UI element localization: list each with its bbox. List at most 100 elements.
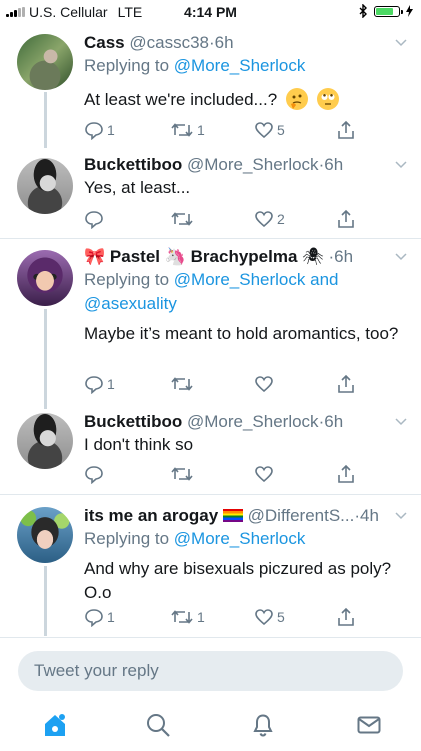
heart-icon (255, 211, 273, 228)
tweet-text: Yes, at least... (84, 178, 191, 197)
retweet-icon (171, 123, 193, 137)
reply-button[interactable] (84, 464, 107, 484)
share-icon (338, 120, 354, 139)
share-button[interactable] (336, 209, 356, 229)
like-button[interactable]: 5 (254, 607, 285, 627)
bluetooth-icon (359, 4, 367, 18)
tweet-reply-input[interactable]: Tweet your reply (18, 651, 403, 691)
author-handle[interactable]: @DifferentS... (248, 506, 355, 525)
clock: 4:14 PM (184, 4, 237, 20)
chevron-down-icon[interactable] (395, 415, 407, 427)
chevron-down-icon[interactable] (395, 36, 407, 48)
mention-link[interactable]: @asexuality (84, 294, 177, 313)
author-name[interactable]: Buckettiboo (84, 155, 182, 174)
retweet-button[interactable]: 1 (170, 120, 205, 140)
author-name[interactable]: Buckettiboo (84, 412, 182, 431)
tweet-text: And why are bisexuals piczured as poly? … (84, 559, 392, 602)
thinking-face-icon (285, 88, 308, 110)
notifications-icon (253, 714, 273, 737)
share-button[interactable] (336, 120, 356, 140)
messages-icon (357, 716, 381, 734)
reply-context: Replying to @More_Sherlock and (84, 270, 339, 289)
retweet-button[interactable]: 1 (170, 607, 205, 627)
author-name-part[interactable]: Pastel (110, 247, 160, 266)
share-icon (338, 607, 354, 626)
avatar[interactable] (17, 413, 73, 469)
retweet-count: 1 (197, 122, 205, 138)
tweet[interactable]: Cass @cassc38·6h Replying to @More_Sherl… (0, 26, 421, 154)
author-name[interactable]: Cass (84, 33, 125, 52)
tweet-text: I don't think so (84, 435, 194, 454)
author-handle[interactable]: @cassc38 (129, 33, 209, 52)
author-name[interactable]: its me an arogay (84, 506, 218, 525)
tweet[interactable]: Buckettiboo @More_Sherlock·6h I don't th… (0, 405, 421, 491)
author-handle[interactable]: @More_Sherlock (187, 412, 319, 431)
avatar[interactable] (17, 158, 73, 214)
share-button[interactable] (336, 464, 356, 484)
tweet-time: 4h (360, 506, 379, 525)
tweet-time: 6h (324, 155, 344, 174)
tab-messages[interactable] (356, 712, 382, 738)
retweet-icon (171, 212, 193, 226)
mention-link[interactable]: @More_Sherlock (174, 529, 306, 548)
search-icon (147, 714, 170, 737)
retweet-button[interactable] (170, 209, 197, 229)
tab-bar (0, 700, 421, 750)
tab-search[interactable] (145, 712, 171, 738)
tweet[interactable]: 🎀 Pastel 🦄 Brachypelma 🕷 ·6h Replying to… (0, 240, 421, 405)
retweet-count: 1 (197, 609, 205, 625)
tab-home[interactable] (42, 712, 68, 738)
ribbon-icon: 🎀 (84, 247, 106, 266)
tweet[interactable]: Buckettiboo @More_Sherlock·6h Yes, at le… (0, 148, 421, 234)
avatar[interactable] (17, 34, 73, 90)
retweet-button[interactable] (170, 374, 197, 394)
share-icon (338, 209, 354, 228)
retweet-icon (171, 610, 193, 624)
retweet-button[interactable] (170, 464, 197, 484)
mention-link[interactable]: @More_Sherlock (174, 270, 306, 289)
tweet-text: Maybe it’s meant to hold aromantics, too… (84, 324, 399, 343)
author-handle[interactable]: @More_Sherlock (187, 155, 319, 174)
chevron-down-icon[interactable] (395, 250, 407, 262)
share-icon (338, 374, 354, 393)
share-button[interactable] (336, 607, 356, 627)
reply-placeholder: Tweet your reply (34, 661, 159, 680)
divider (0, 494, 421, 495)
tweet-time: 6h (324, 412, 344, 431)
like-button[interactable] (254, 374, 277, 394)
reply-button[interactable]: 1 (84, 607, 115, 627)
like-button[interactable]: 5 (254, 120, 285, 140)
reply-icon (85, 466, 103, 484)
like-count: 2 (277, 211, 285, 227)
tab-notifications[interactable] (250, 712, 276, 738)
like-button[interactable] (254, 464, 277, 484)
reply-button[interactable] (84, 209, 107, 229)
like-count: 5 (277, 122, 285, 138)
reply-button[interactable]: 1 (84, 374, 115, 394)
author-name-part[interactable]: Brachypelma (191, 247, 298, 266)
avatar[interactable] (17, 250, 73, 306)
status-bar: U.S. Cellular LTE 4:14 PM (0, 0, 421, 24)
divider (0, 238, 421, 239)
rainbow-flag-icon (222, 509, 243, 522)
spider-icon: 🕷 (302, 247, 324, 266)
tweet[interactable]: its me an arogay @DifferentS...·4h Reply… (0, 497, 421, 637)
chevron-down-icon[interactable] (395, 158, 407, 170)
avatar[interactable] (17, 507, 73, 563)
chevron-down-icon[interactable] (395, 509, 407, 521)
share-icon (338, 464, 354, 483)
reply-icon (85, 376, 103, 394)
retweet-icon (171, 467, 193, 481)
reply-count: 1 (107, 376, 115, 392)
tweet-time: 6h (214, 33, 234, 52)
mention-link[interactable]: @More_Sherlock (174, 56, 306, 75)
like-button[interactable]: 2 (254, 209, 285, 229)
heart-icon (255, 122, 273, 139)
heart-icon (255, 376, 273, 393)
home-icon (45, 714, 65, 736)
tweet-time: 6h (334, 247, 354, 266)
heart-icon (255, 466, 273, 483)
reply-button[interactable]: 1 (84, 120, 115, 140)
tweet-text: At least we're included...? (84, 88, 407, 112)
share-button[interactable] (336, 374, 356, 394)
